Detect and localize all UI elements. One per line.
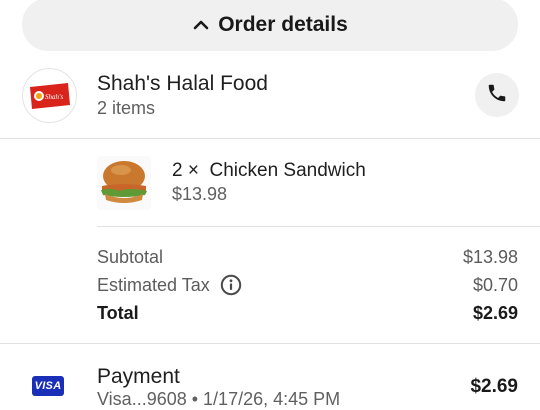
restaurant-name: Shah's Halal Food [97,72,268,95]
tax-label: Estimated Tax [97,274,210,295]
restaurant-items-count: 2 items [97,98,156,118]
visa-card-icon: VISA [32,376,64,396]
item-price: $13.98 [172,184,228,204]
divider [97,226,540,227]
item-title: 2 × Chicken Sandwich [172,160,366,181]
subtotal-row: Subtotal $13.98 [97,245,518,269]
divider [0,138,540,139]
tax-row: Estimated Tax $0.70 [97,273,518,297]
total-row: Total $2.69 [97,301,518,325]
tax-value: $0.70 [472,274,518,295]
payment-amount: $2.69 [470,376,518,397]
total-label: Total [97,302,139,323]
restaurant-logo: Shah's [22,68,77,123]
order-details-label: Order details [218,12,348,36]
phone-icon [486,82,508,109]
subtotal-label: Subtotal [97,246,164,267]
payment-title: Payment [97,365,180,388]
order-details-toggle[interactable]: Order details [22,0,518,51]
payment-details: Visa...9608 • 1/17/26, 4:45 PM [97,389,341,409]
order-item: 2 × Chicken Sandwich $13.98 [0,152,540,216]
call-restaurant-button[interactable] [475,73,519,117]
chevron-up-icon [192,16,210,34]
item-image [97,156,151,210]
info-icon[interactable] [220,274,242,296]
total-value: $2.69 [472,302,518,323]
subtotal-value: $13.98 [462,246,518,267]
svg-text:Shah's: Shah's [45,93,63,101]
divider [0,343,540,344]
restaurant-row: Shah's Shah's Halal Food 2 items [0,64,540,138]
